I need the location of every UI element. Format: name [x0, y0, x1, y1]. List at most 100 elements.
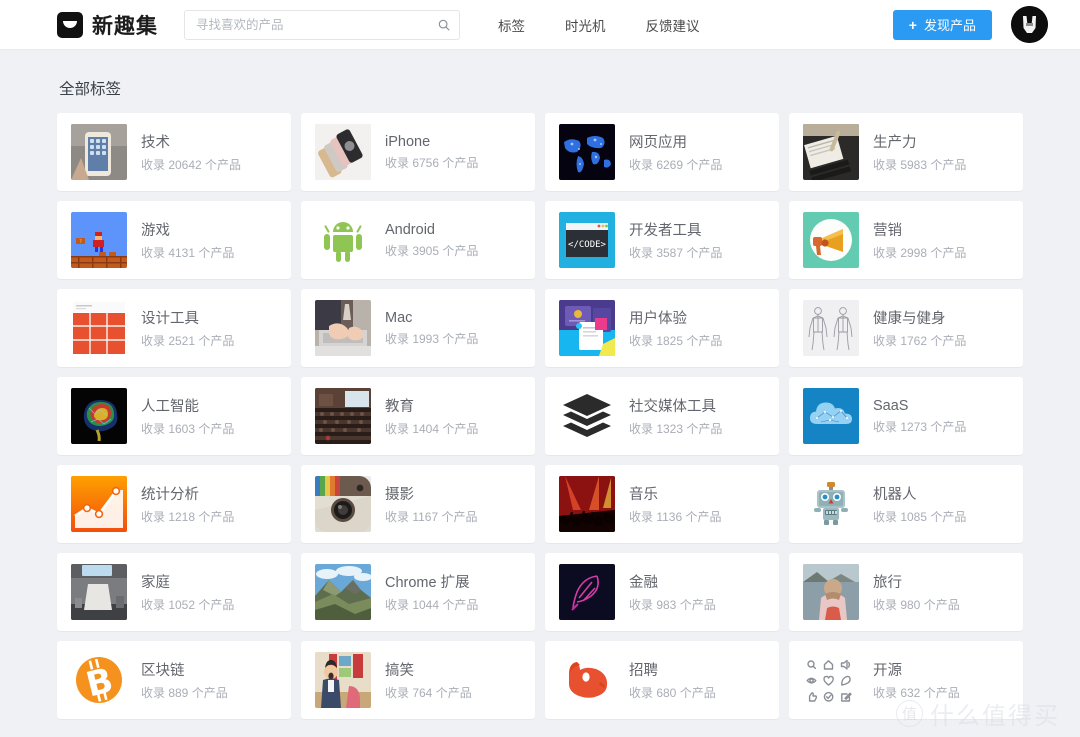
tag-card[interactable]: </CODE> 开发者工具 收录 3587 个产品	[545, 201, 779, 279]
icon-grid-nine-icon	[803, 652, 859, 708]
discover-product-button[interactable]: + 发现产品	[892, 9, 992, 40]
tag-card[interactable]: B 区块链 收录 889 个产品	[57, 641, 291, 719]
instagram-camera-icon	[315, 476, 371, 532]
tag-title: 网页应用	[629, 135, 687, 151]
tag-count: 收录 983 个产品	[629, 598, 716, 612]
blue-cloud-icon	[803, 388, 859, 444]
tag-card[interactable]: 音乐 收录 1136 个产品	[545, 465, 779, 543]
search-icon[interactable]	[437, 18, 451, 32]
tag-text: 技术 收录 20642 个产品	[141, 131, 241, 173]
tag-card[interactable]: SaaS 收录 1273 个产品	[789, 377, 1023, 455]
tag-card[interactable]: Android 收录 3905 个产品	[301, 201, 535, 279]
search-input[interactable]	[184, 9, 460, 40]
tag-card[interactable]: 金融 收录 983 个产品	[545, 553, 779, 631]
orange-fox-head-icon	[559, 652, 615, 708]
tag-card[interactable]: 人工智能 收录 1603 个产品	[57, 377, 291, 455]
tag-card[interactable]: ? 游戏 收录 4131 个产品	[57, 201, 291, 279]
red-grid-layout-icon	[71, 300, 127, 356]
tag-title: 技术	[141, 135, 170, 151]
code-window-icon: </CODE>	[559, 212, 615, 268]
orange-chart-icon	[71, 476, 127, 532]
android-robot-icon	[315, 212, 371, 268]
tag-text: Android 收录 3905 个产品	[385, 222, 478, 259]
main-content: 全部标签 技术 收录 20642 个产品 iPhone 收录 6756 个产品 …	[0, 50, 1080, 719]
tag-card[interactable]: 机器人 收录 1085 个产品	[789, 465, 1023, 543]
tag-text: 网页应用 收录 6269 个产品	[629, 131, 722, 173]
robinhood-feather-icon	[559, 564, 615, 620]
traveler-lake-photo	[803, 564, 859, 620]
tag-text: 营销 收录 2998 个产品	[873, 219, 966, 261]
tag-title: Chrome 扩展	[385, 575, 470, 591]
tag-card[interactable]: 社交媒体工具 收录 1323 个产品	[545, 377, 779, 455]
tag-text: 区块链 收录 889 个产品	[141, 659, 228, 701]
tag-card[interactable]: 营销 收录 2998 个产品	[789, 201, 1023, 279]
tag-card[interactable]: 招聘 收录 680 个产品	[545, 641, 779, 719]
tag-count: 收录 2998 个产品	[873, 246, 967, 260]
tag-card[interactable]: 家庭 收录 1052 个产品	[57, 553, 291, 631]
tag-card[interactable]: Mac 收录 1993 个产品	[301, 289, 535, 367]
avatar[interactable]	[1011, 6, 1048, 43]
tag-card[interactable]: 搞笑 收录 764 个产品	[301, 641, 535, 719]
tag-count: 收录 1085 个产品	[873, 510, 967, 524]
brand[interactable]: 新趣集	[57, 10, 158, 40]
tag-count: 收录 1218 个产品	[141, 510, 235, 524]
tag-text: SaaS 收录 1273 个产品	[873, 398, 966, 435]
megaphone-icon	[803, 212, 859, 268]
tag-count: 收录 764 个产品	[385, 686, 472, 700]
tag-title: Android	[385, 221, 435, 238]
tag-count: 收录 1136 个产品	[629, 510, 722, 524]
tag-count: 收录 1323 个产品	[629, 422, 723, 436]
tag-title: 开源	[873, 663, 902, 679]
tag-card[interactable]: 用户体验 收录 1825 个产品	[545, 289, 779, 367]
tag-title: 摄影	[385, 487, 414, 503]
tag-text: 家庭 收录 1052 个产品	[141, 571, 234, 613]
tag-title: 人工智能	[141, 399, 199, 415]
mario-pixel-game-icon: ?	[71, 212, 127, 268]
tag-card[interactable]: 摄影 收录 1167 个产品	[301, 465, 535, 543]
tag-text: 招聘 收录 680 个产品	[629, 659, 716, 701]
tag-title: 用户体验	[629, 311, 687, 327]
tag-card[interactable]: 技术 收录 20642 个产品	[57, 113, 291, 191]
tag-count: 收录 1762 个产品	[873, 334, 967, 348]
tag-text: 音乐 收录 1136 个产品	[629, 483, 721, 525]
tag-card[interactable]: 开源 收录 632 个产品	[789, 641, 1023, 719]
tag-count: 收录 1052 个产品	[141, 598, 235, 612]
blue-world-map-icon	[559, 124, 615, 180]
tag-card[interactable]: 健康与健身 收录 1762 个产品	[789, 289, 1023, 367]
ui-cards-icon	[559, 300, 615, 356]
tag-text: 金融 收录 983 个产品	[629, 571, 716, 613]
tag-card[interactable]: Chrome 扩展 收录 1044 个产品	[301, 553, 535, 631]
tag-title: 开发者工具	[629, 223, 702, 239]
tag-count: 收录 4131 个产品	[141, 246, 235, 260]
tag-count: 收录 1825 个产品	[629, 334, 723, 348]
main-nav: 标签 时光机 反馈建议	[498, 15, 700, 35]
tag-count: 收录 20642 个产品	[141, 158, 242, 172]
svg-text:?: ?	[79, 239, 82, 245]
page-title: 全部标签	[59, 81, 122, 98]
plus-icon: +	[908, 16, 917, 33]
tag-count: 收录 1603 个产品	[141, 422, 235, 436]
tag-grid: 技术 收录 20642 个产品 iPhone 收录 6756 个产品 网页应用 …	[57, 113, 1023, 719]
tag-title: iPhone	[385, 133, 431, 150]
tag-text: Mac 收录 1993 个产品	[385, 310, 478, 347]
tag-card[interactable]: 教育 收录 1404 个产品	[301, 377, 535, 455]
tag-card[interactable]: 统计分析 收录 1218 个产品	[57, 465, 291, 543]
tag-title: 音乐	[629, 487, 658, 503]
nav-link-timeline[interactable]: 时光机	[565, 15, 606, 35]
tag-count: 收录 1273 个产品	[873, 419, 967, 434]
nav-link-feedback[interactable]: 反馈建议	[646, 15, 700, 35]
concert-crowd-photo	[559, 476, 615, 532]
nav-link-tags[interactable]: 标签	[498, 15, 525, 35]
tag-card[interactable]: 旅行 收录 980 个产品	[789, 553, 1023, 631]
tag-count: 收录 632 个产品	[873, 686, 960, 700]
tag-count: 收录 1993 个产品	[385, 331, 479, 346]
tag-count: 收录 2521 个产品	[141, 334, 235, 348]
tag-card[interactable]: 网页应用 收录 6269 个产品	[545, 113, 779, 191]
tag-title: 教育	[385, 399, 414, 415]
tag-card[interactable]: iPhone 收录 6756 个产品	[301, 113, 535, 191]
tag-card[interactable]: 设计工具 收录 2521 个产品	[57, 289, 291, 367]
tag-count: 收录 889 个产品	[141, 686, 228, 700]
tag-title: 游戏	[141, 223, 170, 239]
search-box[interactable]	[184, 9, 460, 40]
tag-card[interactable]: 生产力 收录 5983 个产品	[789, 113, 1023, 191]
